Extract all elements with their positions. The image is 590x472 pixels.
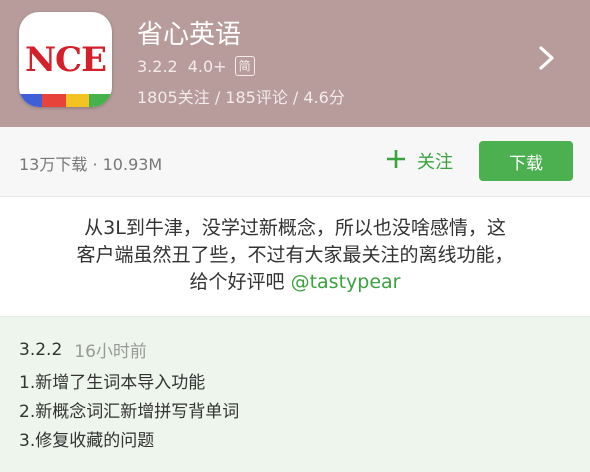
user-comment: 从3L到牛津，没学过新概念，所以也没啥感情，这 客户端虽然丑了些，不过有大家最关… (0, 198, 590, 316)
app-header[interactable]: NCE 省心英语 3.2.2 4.0+ 简 1805关注 / 185评论 / 4… (0, 0, 590, 127)
app-version: 3.2.2 (137, 56, 178, 76)
stripe-green (88, 94, 112, 107)
stripe-yellow (65, 94, 89, 107)
app-stats-row: 1805关注 / 185评论 / 4.6分 (137, 84, 345, 108)
changelog-list: 1.新增了生词本导入功能 2.新概念词汇新增拼写背单词 3.修复收藏的问题 (19, 369, 239, 456)
app-icon-logo-text: NCE (24, 40, 107, 80)
review-count: 185评论 (225, 88, 288, 107)
changelog-header: 3.2.2 16小时前 (19, 337, 147, 363)
list-item: 3.修复收藏的问题 (19, 431, 155, 451)
stripe-red (42, 94, 66, 107)
app-icon-stripe (19, 94, 112, 107)
plus-icon (385, 147, 407, 175)
stats-separator: / (209, 88, 226, 107)
comment-line: 从3L到牛津，没学过新概念，所以也没啥感情，这 (84, 217, 506, 239)
changelog-panel: 3.2.2 16小时前 1.新增了生词本导入功能 2.新概念词汇新增拼写背单词 … (0, 316, 590, 472)
follow-button[interactable]: 关注 (385, 146, 453, 176)
stats-separator: / (287, 88, 304, 107)
chevron-right-icon[interactable] (536, 45, 558, 71)
language-badge: 简 (234, 56, 255, 76)
list-item: 2.新概念词汇新增拼写背单词 (19, 402, 240, 422)
comment-line: 给个好评吧 @tastypear (0, 269, 590, 296)
stripe-blue (19, 94, 43, 107)
action-bar: 13万下载 · 10.93M 关注 下载 (0, 127, 590, 197)
app-title: 省心英语 (137, 20, 242, 50)
changelog-version: 3.2.2 (19, 339, 63, 360)
list-item: 1.新增了生词本导入功能 (19, 373, 206, 393)
comment-text: 给个好评吧 (189, 271, 291, 293)
download-button[interactable]: 下载 (479, 141, 573, 181)
download-stats: 13万下载 · 10.93M (19, 155, 163, 174)
follow-label: 关注 (417, 152, 453, 173)
app-score: 4.6分 (303, 88, 345, 107)
comment-line: 客户端虽然丑了些，不过有大家最关注的离线功能， (76, 244, 514, 266)
app-meta-row: 3.2.2 4.0+ 简 (137, 55, 255, 77)
follow-count: 1805关注 (137, 88, 210, 107)
user-mention-link[interactable]: @tastypear (291, 271, 401, 293)
changelog-time: 16小时前 (74, 342, 147, 362)
android-min-version: 4.0+ (187, 56, 227, 76)
app-icon: NCE (19, 12, 112, 107)
